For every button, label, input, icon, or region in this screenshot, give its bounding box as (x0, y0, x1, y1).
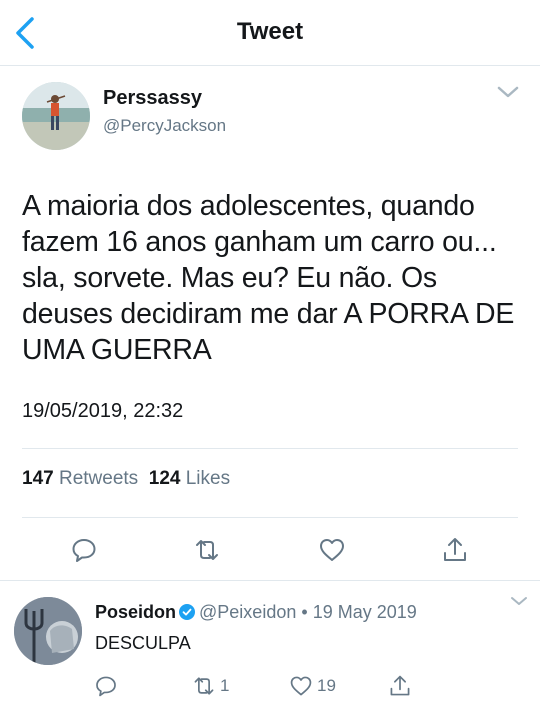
reply-author-name[interactable]: Poseidon (95, 602, 176, 622)
dot-separator: • (301, 602, 308, 622)
share-icon[interactable] (441, 536, 469, 564)
retweet-icon[interactable] (193, 536, 221, 564)
reply-icon (96, 676, 116, 697)
reply-reply-button[interactable] (94, 674, 122, 698)
reply-header: Poseidon @Peixeidon • 19 May 2019 (95, 602, 417, 623)
chevron-down-icon[interactable] (496, 84, 520, 100)
tweet-stats: 147 Retweets 124 Likes (22, 468, 230, 490)
retweets-label: Retweets (58, 468, 139, 489)
reply-retweet-button[interactable]: 1 (192, 674, 229, 698)
verified-badge-icon (179, 604, 196, 620)
reply-icon[interactable] (70, 536, 98, 564)
retweets-count: 147 (22, 468, 54, 489)
top-nav-bar: Tweet (0, 0, 540, 66)
reply-like-count: 19 (317, 676, 336, 695)
tweet-text: A maioria dos adolescentes, quando fazem… (22, 190, 515, 366)
reply-date: 19 May 2019 (312, 602, 417, 622)
divider (22, 517, 518, 518)
retweet-icon (194, 677, 214, 695)
reply-share-button[interactable] (388, 674, 416, 698)
reply-author-avatar[interactable] (14, 597, 82, 665)
tweet-timestamp: 19/05/2019, 22:32 (22, 400, 184, 422)
reply-tweet[interactable]: Poseidon @Peixeidon • 19 May 2019 DESCULP… (0, 581, 540, 720)
reply-text: DESCULPA (95, 633, 191, 653)
author-handle[interactable]: @PercyJackson (103, 116, 226, 136)
author-name[interactable]: Perssassy (103, 87, 202, 110)
like-icon[interactable] (318, 536, 346, 564)
likes-count: 124 (148, 468, 181, 489)
likes-stat[interactable]: 124 Likes (149, 468, 230, 489)
chevron-down-icon[interactable] (510, 595, 528, 607)
page-title: Tweet (236, 18, 304, 45)
retweets-stat[interactable]: 147 Retweets (22, 468, 138, 489)
reply-like-button[interactable]: 19 (289, 674, 336, 698)
share-icon (390, 675, 410, 696)
divider (22, 448, 518, 449)
like-icon (290, 676, 312, 696)
reply-author-handle[interactable]: @Peixeidon (199, 602, 296, 622)
author-avatar[interactable] (22, 82, 90, 150)
reply-retweet-count: 1 (220, 676, 230, 695)
likes-label: Likes (185, 468, 231, 489)
